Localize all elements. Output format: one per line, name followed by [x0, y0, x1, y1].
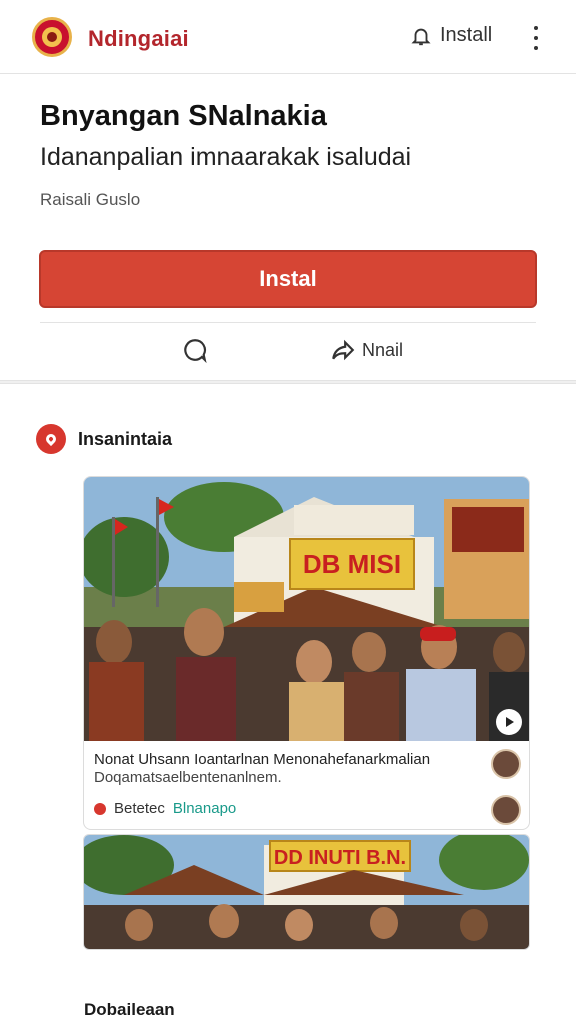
bell-icon	[411, 28, 431, 45]
news-photo[interactable]: DB MISI	[84, 477, 529, 741]
news-photo-secondary[interactable]: DD INUTI B.N.	[83, 834, 530, 950]
source-name: Blnanapo	[172, 800, 237, 817]
video-indicator-icon[interactable]	[496, 709, 522, 735]
brand-name: Ndingaiai	[88, 26, 189, 51]
photo2-banner-text: DD INUTI B.N.	[274, 847, 406, 869]
avatar[interactable]	[491, 795, 521, 825]
card-source[interactable]: Betetec Blnanapo	[94, 800, 236, 817]
top-bar: Ndingaiai Install	[0, 0, 576, 74]
install-button[interactable]: Instal	[39, 250, 537, 308]
share-button[interactable]: Nnail	[330, 337, 403, 363]
page-title: Bnyangan SNalnakia	[40, 100, 327, 132]
comment-icon[interactable]	[182, 337, 208, 363]
photo-banner-text: DB MISI	[303, 549, 401, 579]
avatar[interactable]	[491, 749, 521, 779]
section-separator	[0, 380, 576, 384]
install-top-button[interactable]: Install	[410, 24, 492, 47]
share-icon	[332, 339, 355, 361]
app-logo-icon[interactable]	[32, 17, 72, 57]
card-caption: Nonat Uhsann Ioantarlnan Menonahefanarkm…	[94, 751, 431, 768]
feed-section-label: Insanintaia	[78, 428, 173, 449]
source-prefix: Betetec	[114, 800, 165, 817]
page-subtitle: Idananpalian imnaarakak isaludai	[40, 143, 412, 171]
feed-header[interactable]: Insanintaia	[36, 424, 172, 454]
meta-text: Raisali Guslo	[40, 190, 141, 209]
location-pin-icon	[36, 424, 66, 454]
news-card[interactable]: DB MISI Nonat Uhsann Ioantarlnan Menonah…	[83, 476, 530, 830]
more-options-icon[interactable]	[526, 26, 546, 50]
section-label-bottom: Dobaileaan	[84, 1000, 175, 1019]
install-top-label: Install	[440, 24, 493, 46]
share-label: Nnail	[362, 339, 404, 360]
divider	[40, 322, 536, 323]
source-dot-icon	[94, 802, 106, 815]
card-subcaption: Doqamatsaelbentenanlnem.	[94, 769, 282, 786]
